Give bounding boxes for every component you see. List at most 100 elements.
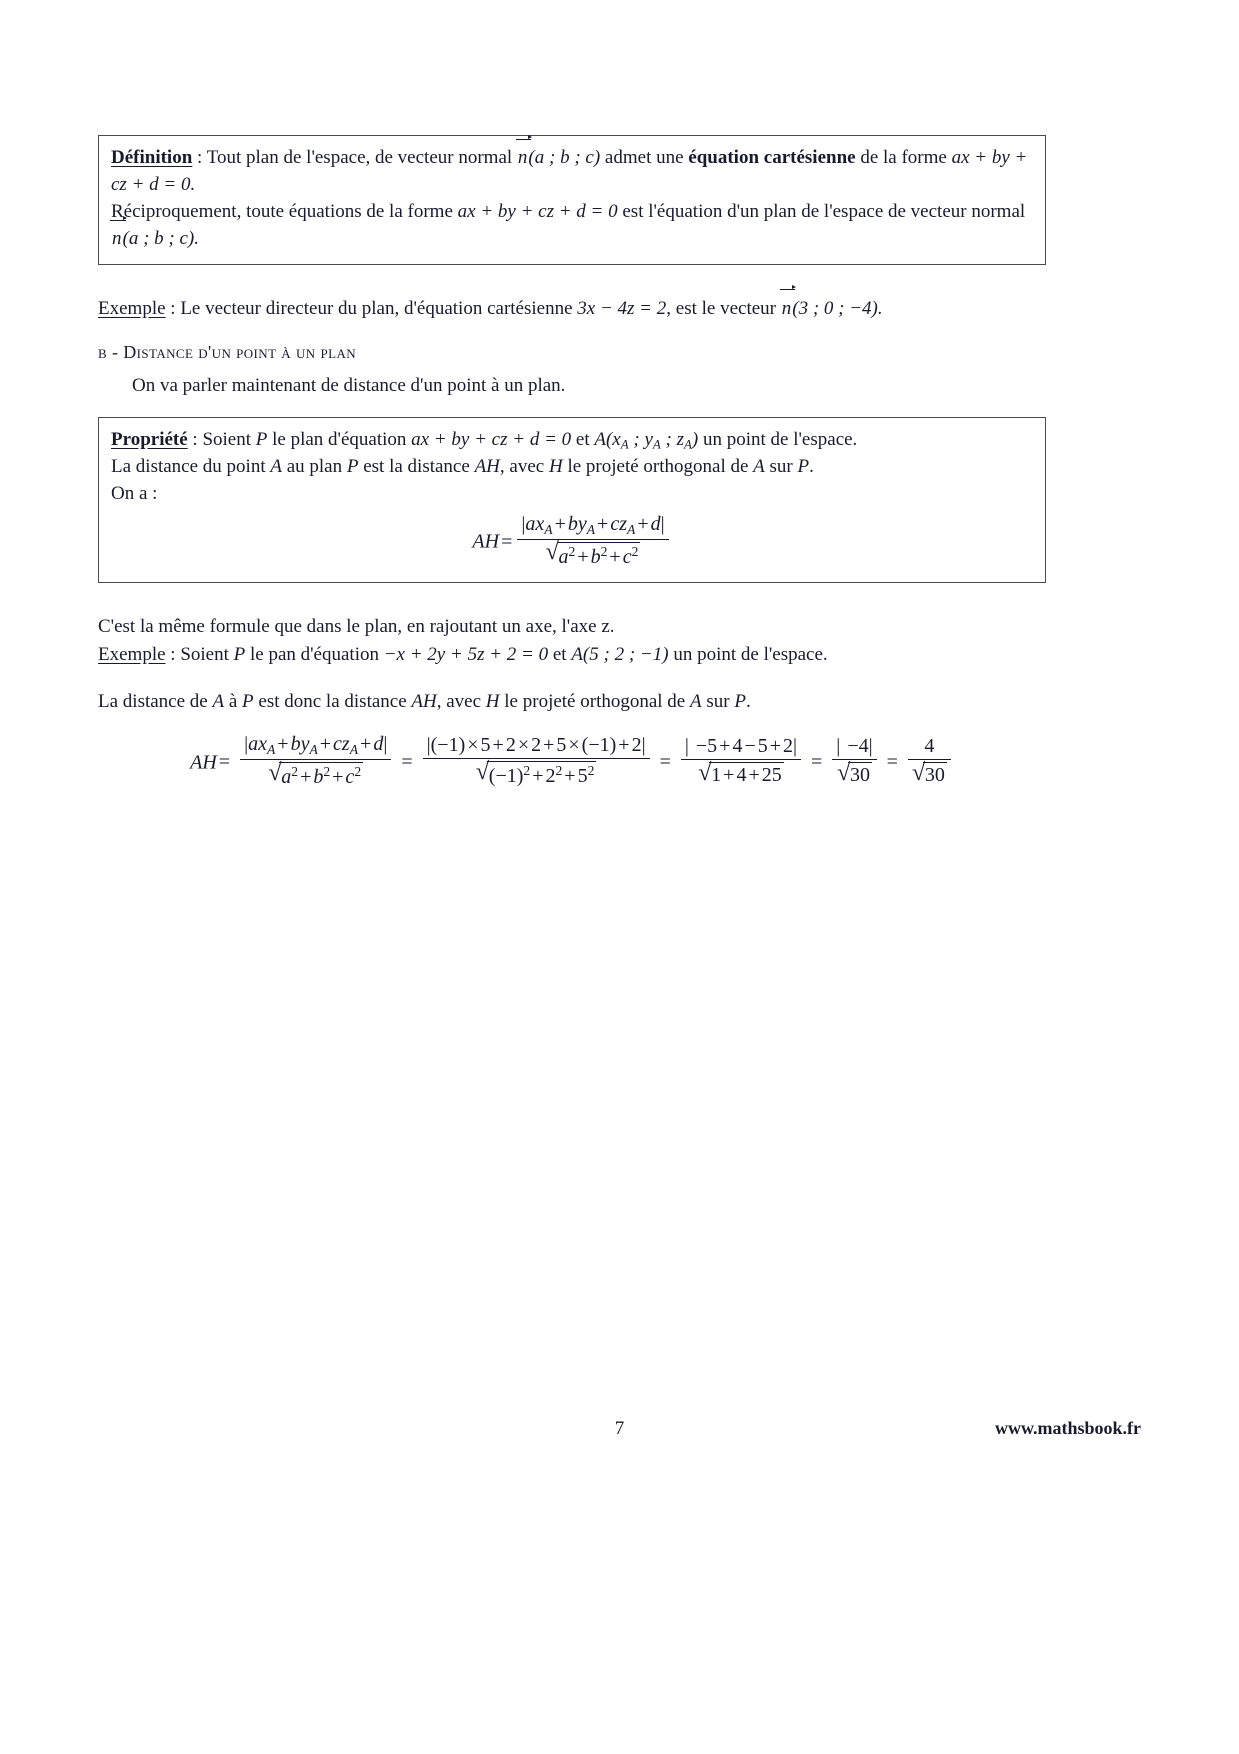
definition-eq-part2: cz + d = 0. <box>111 173 196 195</box>
property-line2-a: La distance du point <box>111 456 271 478</box>
computation-step-5: 4 √ 30 <box>907 735 951 787</box>
plus-4: + <box>577 545 589 568</box>
abs-bar: | <box>383 733 388 756</box>
computation-step-2-den: √ (−1)2 +22 +52 <box>475 757 597 788</box>
abs-bar: | <box>868 735 873 758</box>
page-number: 7 <box>614 1418 625 1439</box>
definition-eq-part1: ax + by + <box>951 147 1028 168</box>
minus: − <box>495 765 507 788</box>
property-line2-b: au plan <box>281 456 347 478</box>
definition-line-4: n(a ; b ; c). <box>110 216 1033 253</box>
property-point-a-open: (x <box>605 429 621 451</box>
plus-1: + <box>554 512 566 535</box>
section-heading-b: b - Distance d'un point à un plan <box>98 342 1046 363</box>
spacer-after-example-2 <box>98 668 1046 688</box>
example-1-paragraph: Exemple : Le vecteur directeur du plan, … <box>98 285 1046 323</box>
property-formula-fraction: |axA + byA + czA + d| √ a2 + b2 + c2 <box>517 512 669 569</box>
definition-label: Définition <box>111 147 193 168</box>
plus: + <box>532 765 544 788</box>
property-box: Propriété : Soient P le plan d'équation … <box>98 417 1046 584</box>
distance-point-a-2: A <box>690 691 702 713</box>
sqrt-glyph-icon: √ <box>911 758 926 786</box>
computation-step-2: |(−1) × 5 +2 × 2 +5 × (−1) +2| √ (−1)2 +22 +52 <box>422 734 650 788</box>
abs-bar: | <box>793 735 798 758</box>
sqrt-glyph-icon: √ <box>268 758 282 786</box>
section-dash: - <box>107 342 124 363</box>
example-2-paragraph: Exemple : Soient P le pan d'équation −x … <box>98 641 1046 669</box>
computation-step-3-den: √ 1 +4 +25 <box>698 758 784 787</box>
computation-step-1-den: √ a2 + b2 + c2 <box>268 758 364 789</box>
distance-ah: AH <box>411 691 437 713</box>
computation-step-1: |axA + byA + czA + d| √ a2 + b2 + c2 <box>240 733 392 789</box>
plus: + <box>277 733 289 756</box>
computation-step-1-num: |axA + byA + czA + d| <box>240 733 392 761</box>
document-page: Définition : Tout plan de l'espace, de v… <box>0 0 1239 1754</box>
plus-2: + <box>597 512 609 535</box>
property-text-d: un point de l'espace. <box>698 429 858 451</box>
property-line2-g: . <box>809 456 814 478</box>
property-formula-lhs: AH <box>472 530 500 553</box>
times: × <box>467 734 479 757</box>
sqrt-glyph-icon: √ <box>836 758 851 786</box>
plus: + <box>300 766 312 789</box>
definition-line3-args: (a ; b ; c). <box>122 227 200 249</box>
times: × <box>517 734 530 757</box>
example-2-text-d: un point de l'espace. <box>668 643 828 665</box>
spacer-after-heading <box>98 363 1046 375</box>
spacer-after-intro <box>98 397 1046 417</box>
example-2-text-a: Soient <box>180 643 234 665</box>
website-link[interactable]: www.mathsbook.fr <box>995 1418 1141 1439</box>
computation-step-2-num: |(−1) × 5 +2 × 2 +5 × (−1) +2| <box>422 734 650 760</box>
abs-bar: | <box>641 734 646 757</box>
plus: + <box>332 766 344 789</box>
distance-text-a: La distance de <box>98 691 213 713</box>
plane-symbol-p-2: P <box>346 456 359 478</box>
sqrt-abc: √ a2 + b2 + c2 <box>545 538 641 568</box>
example-1-equation: 3x − 4z = 2 <box>577 297 667 319</box>
example-2-label: Exemple <box>98 643 166 665</box>
spacer-after-example-1 <box>98 322 1046 342</box>
computation-step-4-den: √ 30 <box>836 758 872 787</box>
property-line2-ah: AH <box>474 456 500 478</box>
example-1-vector-args: (3 ; 0 ; −4). <box>792 297 883 319</box>
distance-text-b: à <box>224 691 243 713</box>
sqrt-glyph-icon: √ <box>475 757 490 785</box>
plus: + <box>360 733 372 756</box>
normal-vector-n-icon-2: n <box>110 216 126 253</box>
plus: + <box>769 735 781 758</box>
definition-text-a: Tout plan de l'espace, de vecteur normal <box>206 147 517 168</box>
property-text-c: et <box>571 429 595 451</box>
plus: + <box>618 734 630 757</box>
definition-text-c: de la forme <box>855 147 952 168</box>
plane-symbol-p: P <box>255 429 268 451</box>
property-point-a-sub-2: A <box>652 437 661 453</box>
distance-text-d: , avec <box>436 691 486 713</box>
property-line2-d: , avec <box>499 456 549 478</box>
remark-paragraph: C'est la même formule que dans le plan, … <box>98 616 615 638</box>
property-plane-equation: ax + by + cz + d = 0 <box>411 429 572 451</box>
property-colon: : <box>187 429 203 451</box>
plus: + <box>719 735 731 758</box>
property-point-a-sep-2: ; z <box>660 429 685 451</box>
minus: − <box>847 735 859 758</box>
plus: + <box>543 734 555 757</box>
definition-line-3: Réciproquement, toute équations de la fo… <box>111 199 1033 226</box>
example-1-colon: : <box>165 297 181 319</box>
spacer-after-definition <box>98 265 1046 295</box>
property-line2-c: est la distance <box>358 456 475 478</box>
definition-text-reciprocal-b: est l'équation d'un plan de l'espace de … <box>617 200 1026 222</box>
example-1-label: Exemple <box>98 297 166 319</box>
times: × <box>568 734 580 757</box>
computation-equals-0: = <box>218 751 231 774</box>
plus-5: + <box>609 545 621 568</box>
distance-text-g: . <box>745 691 751 713</box>
property-line-3: On a : <box>111 483 158 505</box>
computation-equation: AH = |axA + byA + czA + d| √ a2 + b2 + c2 = |(−1) × 5 +… <box>98 733 1046 792</box>
plus: + <box>564 765 576 788</box>
property-formula-numerator: |axA + byA + czA + d| <box>517 512 669 540</box>
definition-eq-full: ax + by + cz + d = 0 <box>457 200 618 222</box>
property-point-a-sep-1: ; y <box>628 429 653 451</box>
computation-equals-4: = <box>886 751 898 774</box>
computation-step-5-den: √ 30 <box>911 758 947 787</box>
example-2-text-b: le pan d'équation <box>245 643 384 665</box>
